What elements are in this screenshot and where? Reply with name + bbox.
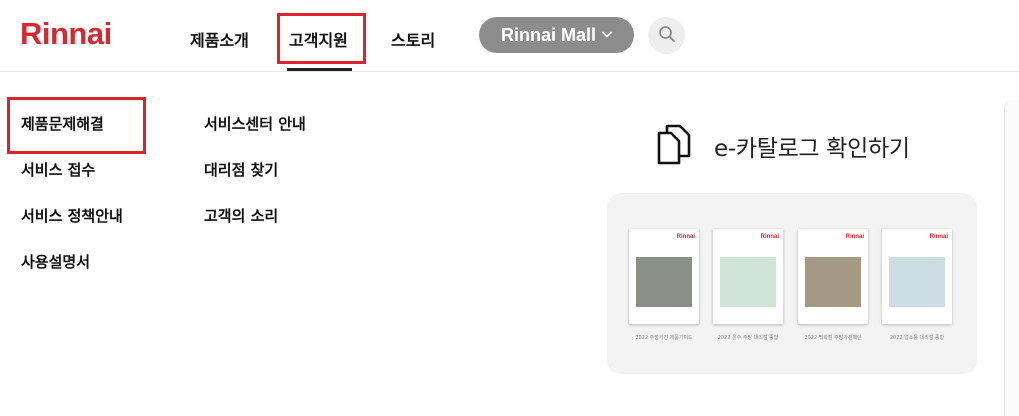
submenu-item-customer-voice[interactable]: 고객의 소리 [204, 205, 306, 251]
catalog-book-1[interactable]: Rinnai [629, 229, 699, 324]
catalog-caption-4: 2022 업소용 대리점 종합 [889, 335, 945, 341]
catalog-caption-2: 2022 온수·주방 대리점 종합 [717, 335, 779, 341]
submenu-item-service-center[interactable]: 서비스센터 안내 [204, 113, 306, 159]
book-cover-photo [805, 257, 861, 307]
e-catalog-title: e-카탈로그 확인하기 [714, 136, 910, 162]
book-brand: Rinnai [676, 234, 695, 240]
catalog-caption-3: 2022 백화점 주방가전패턴 [804, 335, 862, 341]
rinnai-logo[interactable]: Rinnai [20, 16, 112, 52]
submenu-item-service-request[interactable]: 서비스 접수 [21, 159, 123, 205]
nav-active-underline [287, 68, 352, 71]
chevron-down-icon [602, 30, 612, 41]
side-scrollbar[interactable] [1004, 100, 1019, 416]
submenu-item-troubleshooting[interactable]: 제품문제해결 [21, 113, 123, 159]
nav-customer-support[interactable]: 고객지원 [289, 27, 348, 51]
book-cover-photo [636, 257, 692, 307]
catalog-caption-1: 2022 주방가전 제품가이드 [635, 335, 693, 341]
submenu-item-find-dealer[interactable]: 대리점 찾기 [204, 159, 306, 205]
rinnai-mall-label: Rinnai Mall [500, 24, 596, 45]
documents-icon [656, 123, 692, 169]
search-button[interactable] [648, 17, 685, 54]
catalog-panel: Rinnai 2022 주방가전 제품가이드 Rinnai 2022 온수·주방… [607, 193, 977, 374]
submenu-item-manuals[interactable]: 사용설명서 [21, 251, 123, 297]
catalog-book-2[interactable]: Rinnai [713, 229, 783, 324]
site-header: Rinnai 제품소개 고객지원 스토리 Rinnai Mall [0, 0, 1019, 72]
catalog-book-4[interactable]: Rinnai [882, 229, 952, 324]
book-brand: Rinnai [929, 234, 948, 240]
book-cover-photo [720, 257, 776, 307]
search-icon [658, 25, 676, 47]
rinnai-mall-button[interactable]: Rinnai Mall [479, 17, 634, 53]
book-brand: Rinnai [845, 234, 864, 240]
catalog-book-3[interactable]: Rinnai [798, 229, 868, 324]
book-cover-photo [889, 257, 945, 307]
submenu-item-service-policy[interactable]: 서비스 정책안내 [21, 205, 123, 251]
submenu-column-1: 제품문제해결 서비스 접수 서비스 정책안내 사용설명서 [21, 113, 123, 297]
e-catalog-link[interactable]: e-카탈로그 확인하기 [656, 123, 910, 169]
book-brand: Rinnai [760, 234, 779, 240]
nav-products[interactable]: 제품소개 [190, 27, 249, 51]
nav-story[interactable]: 스토리 [391, 27, 435, 51]
submenu-column-2: 서비스센터 안내 대리점 찾기 고객의 소리 [204, 113, 306, 251]
